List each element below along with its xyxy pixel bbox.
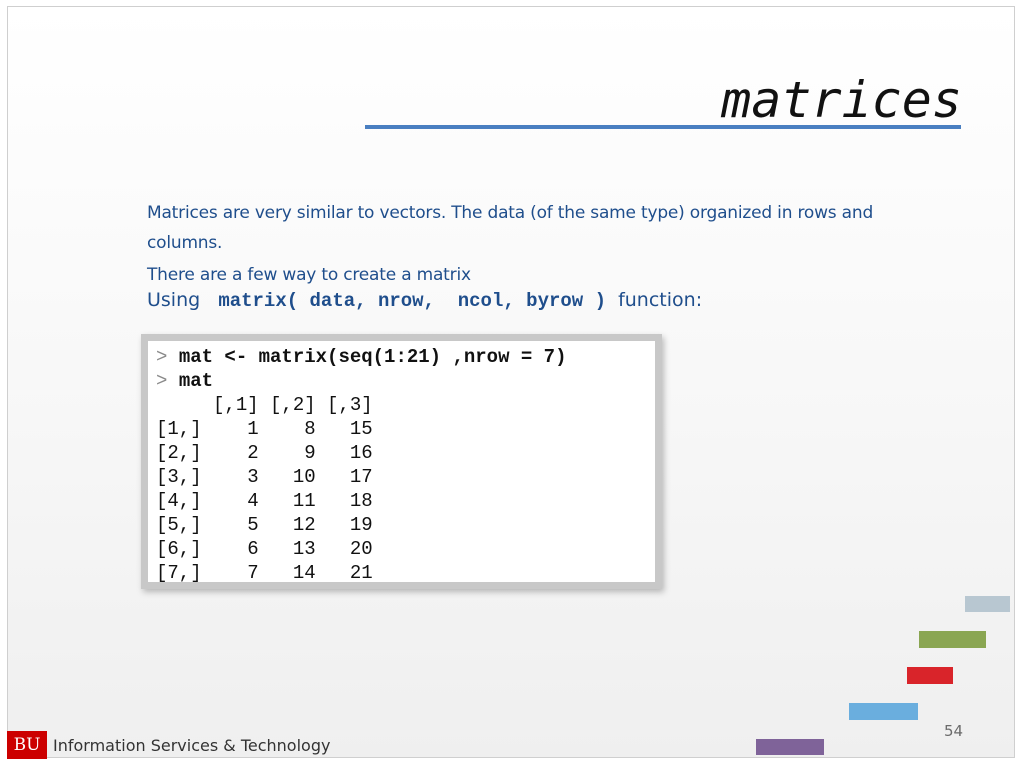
decor-bar-purple [756,739,824,755]
console-command: mat [178,370,214,392]
page-number: 54 [944,722,964,740]
using-prefix: Using [147,289,201,311]
intro-paragraph: Matrices are very similar to vectors. Th… [147,203,874,253]
decor-bar-green [919,631,986,648]
console-output-row: [3,] 3 10 17 [156,466,373,488]
console-output-row: [2,] 2 9 16 [156,442,373,464]
console-output-row: [6,] 6 13 20 [156,538,373,560]
title-underline [365,125,961,129]
bu-logo: BU [7,731,47,759]
decor-bar-light-blue [849,703,918,720]
r-console-box: > mat <- matrix(seq(1:21) ,nrow = 7) > m… [141,334,662,589]
console-command: mat <- matrix(seq(1:21) ,nrow = 7) [178,346,567,368]
using-suffix: function: [618,289,703,311]
console-output-header: [,1] [,2] [,3] [156,394,373,416]
creation-paragraph: There are a few way to create a matrix [147,265,471,285]
using-line: Using matrix( data, nrow, ncol, byrow ) … [147,287,702,314]
decor-bar-red [907,667,953,684]
console-output-row: [5,] 5 12 19 [156,514,373,536]
console-line: > mat [156,369,655,393]
console-output-row: [4,] 4 11 18 [156,490,373,512]
decor-bar-gray-blue [965,596,1010,612]
console-output-row: [1,] 1 8 15 [156,418,373,440]
console-prompt: > [156,346,168,368]
slide-title: matrices [721,71,962,129]
org-name: Information Services & Technology [53,736,331,755]
matrix-function-signature: matrix( data, nrow, ncol, byrow ) [218,290,606,312]
console-output-row: [7,] 7 14 21 [156,562,373,584]
console-prompt: > [156,370,168,392]
console-line: > mat <- matrix(seq(1:21) ,nrow = 7) [156,345,655,369]
